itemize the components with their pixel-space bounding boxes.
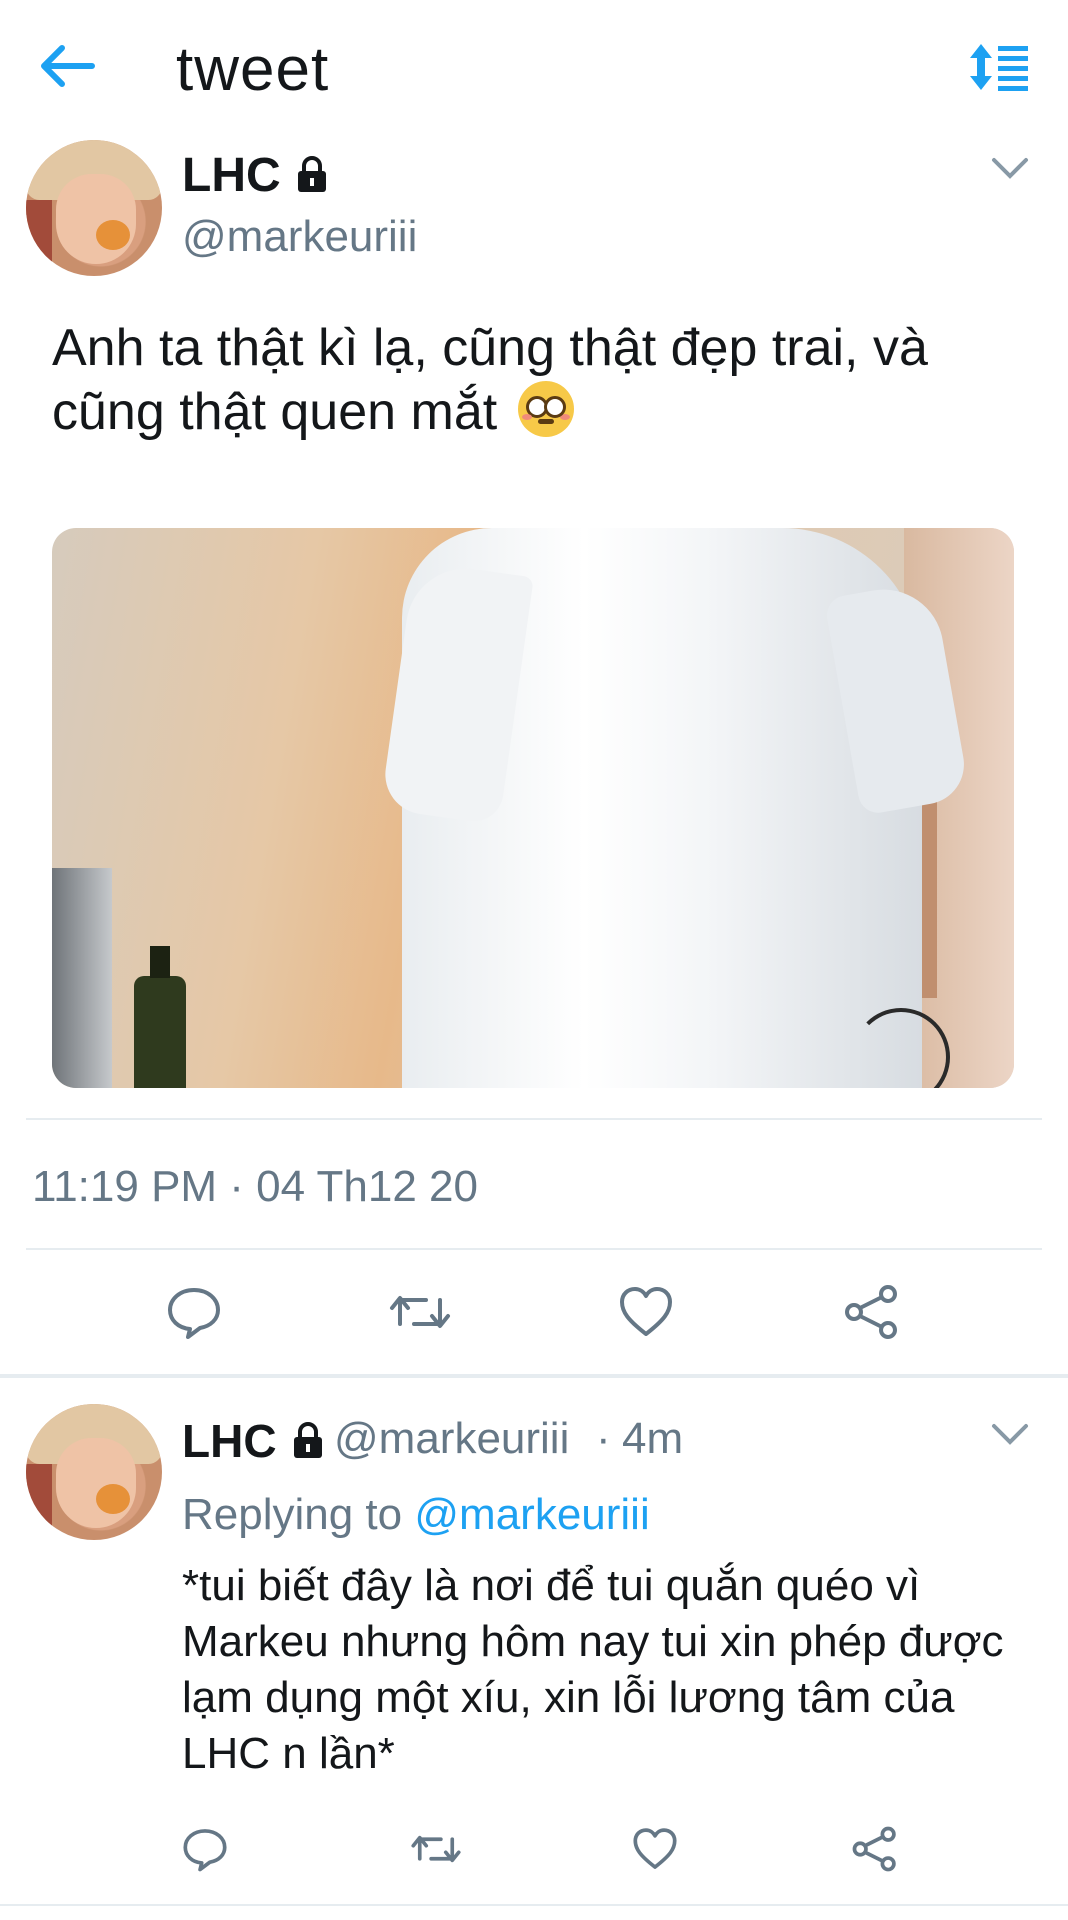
share-icon[interactable] (844, 1284, 900, 1340)
divider (26, 1118, 1042, 1120)
share-icon[interactable] (852, 1826, 898, 1872)
retweet-icon[interactable] (410, 1826, 462, 1872)
reply-avatar[interactable] (26, 1404, 162, 1540)
reply-icon[interactable] (182, 1826, 228, 1872)
page-title: tweet (176, 35, 330, 104)
lock-icon (292, 154, 332, 194)
reply-icon[interactable] (166, 1284, 222, 1340)
reply-text: *tui biết đây là nơi để tui quắn quéo vì… (182, 1561, 1004, 1778)
replying-to-mention[interactable]: @markeuriii (414, 1490, 649, 1539)
sort-list-icon[interactable] (968, 42, 1030, 92)
reply-author-name[interactable]: LHC (182, 1414, 277, 1468)
chevron-down-icon[interactable] (990, 154, 1030, 184)
like-icon[interactable] (632, 1826, 678, 1872)
reply-time: 4m (622, 1414, 684, 1463)
replying-to-prefix: Replying to (182, 1490, 403, 1539)
tweet-text: Anh ta thật kì lạ, cũng thật đẹp trai, v… (52, 316, 1012, 444)
tweet-photo[interactable] (52, 528, 1014, 1088)
tweet-timestamp: 11:19 PM · 04 Th12 20 (32, 1162, 478, 1211)
like-icon[interactable] (618, 1284, 674, 1340)
author-name[interactable]: LHC (182, 148, 281, 203)
section-divider (0, 1374, 1068, 1378)
author-handle[interactable]: @markeuriii (182, 212, 417, 262)
reply-author-handle[interactable]: @markeuriii (334, 1414, 569, 1464)
chevron-down-icon[interactable] (990, 1420, 1030, 1450)
retweet-icon[interactable] (388, 1284, 450, 1340)
replying-to-line: Replying to @markeuriii (182, 1490, 650, 1540)
divider (26, 1248, 1042, 1250)
back-arrow-icon[interactable] (40, 44, 100, 88)
tweet-body: Anh ta thật kì lạ, cũng thật đẹp trai, v… (52, 319, 928, 441)
avatar[interactable] (26, 140, 162, 276)
meta-separator: · (596, 1414, 611, 1463)
lock-icon (288, 1420, 328, 1460)
flushed-face-emoji-icon (517, 381, 574, 437)
divider (0, 1904, 1068, 1906)
